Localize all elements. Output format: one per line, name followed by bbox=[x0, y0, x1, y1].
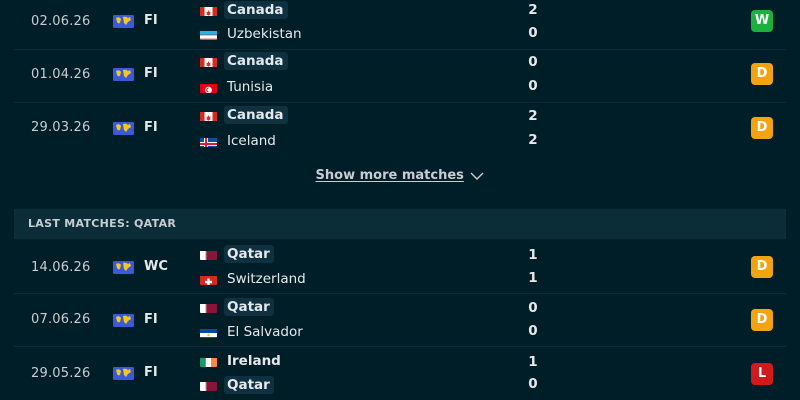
team-name: Tunisia bbox=[227, 79, 274, 95]
team-name: El Salvador bbox=[227, 324, 303, 340]
result-badge: W bbox=[751, 10, 773, 32]
away-team: Iceland bbox=[200, 132, 280, 150]
away-score: 2 bbox=[528, 132, 538, 148]
section-header: LAST MATCHES: QATAR bbox=[14, 209, 786, 239]
away-score: 0 bbox=[528, 376, 538, 392]
world-map-icon bbox=[113, 122, 134, 135]
competition-label: FI bbox=[144, 66, 158, 81]
match-row[interactable]: 07.06.26 FI Qatar El Salvador 0 0 D bbox=[0, 294, 800, 347]
away-team: Tunisia bbox=[200, 78, 277, 96]
canada-flag-icon bbox=[200, 55, 217, 67]
match-row[interactable]: 14.06.26 WC Qatar Switzerland 1 1 D bbox=[0, 241, 800, 294]
home-team: Canada bbox=[200, 1, 288, 19]
away-score: 0 bbox=[528, 78, 538, 94]
team-name: Qatar bbox=[224, 298, 274, 316]
match-row[interactable]: 01.04.26 FI Canada Tunisia 0 0 D bbox=[0, 50, 800, 103]
result-badge: D bbox=[751, 256, 773, 278]
switzerland-flag-icon bbox=[200, 273, 217, 285]
uzbekistan-flag-icon bbox=[200, 28, 217, 40]
iceland-flag-icon bbox=[200, 135, 217, 147]
world-map-icon bbox=[113, 261, 134, 274]
home-team: Canada bbox=[200, 52, 288, 70]
world-map-icon bbox=[113, 367, 134, 380]
canada-flag-icon bbox=[200, 4, 217, 16]
competition-label: FI bbox=[144, 120, 158, 135]
world-map-icon bbox=[113, 15, 134, 28]
competition-label: FI bbox=[144, 365, 158, 380]
team-name: Ireland bbox=[227, 353, 281, 369]
home-score: 2 bbox=[528, 108, 538, 124]
match-date: 29.05.26 bbox=[31, 366, 91, 381]
el-salvador-flag-icon bbox=[200, 326, 217, 338]
team-name: Canada bbox=[224, 52, 288, 70]
away-team: Switzerland bbox=[200, 270, 310, 288]
show-more-link[interactable]: Show more matches bbox=[0, 168, 800, 188]
away-team: Uzbekistan bbox=[200, 25, 306, 43]
competition-label: FI bbox=[144, 13, 158, 28]
canada-flag-icon bbox=[200, 109, 217, 121]
match-date: 01.04.26 bbox=[31, 67, 91, 82]
qatar-flag-icon bbox=[200, 379, 217, 391]
home-team: Ireland bbox=[200, 352, 285, 370]
team-name: Qatar bbox=[224, 376, 274, 394]
chevron-down-icon bbox=[470, 172, 484, 180]
tunisia-flag-icon bbox=[200, 81, 217, 93]
section-title: LAST MATCHES: QATAR bbox=[28, 217, 177, 230]
home-score: 0 bbox=[528, 54, 538, 70]
competition-label: FI bbox=[144, 312, 158, 327]
match-date: 29.03.26 bbox=[31, 120, 91, 135]
show-more-label: Show more matches bbox=[315, 168, 464, 183]
away-score: 1 bbox=[528, 270, 538, 286]
qatar-flag-icon bbox=[200, 248, 217, 260]
match-row[interactable]: 29.05.26 FI Ireland Qatar 1 0 L bbox=[0, 347, 800, 400]
match-row[interactable]: 29.03.26 FI Canada Iceland 2 2 D bbox=[0, 103, 800, 155]
home-team: Qatar bbox=[200, 298, 274, 316]
result-badge: D bbox=[751, 117, 773, 139]
team-name: Canada bbox=[224, 106, 288, 124]
away-team: Qatar bbox=[200, 376, 274, 394]
world-map-icon bbox=[113, 314, 134, 327]
team-name: Qatar bbox=[224, 245, 274, 263]
team-name: Iceland bbox=[227, 133, 276, 149]
match-date: 14.06.26 bbox=[31, 260, 91, 275]
match-date: 02.06.26 bbox=[31, 14, 91, 29]
result-badge: D bbox=[751, 309, 773, 331]
world-map-icon bbox=[113, 68, 134, 81]
home-team: Canada bbox=[200, 106, 288, 124]
away-team: El Salvador bbox=[200, 323, 307, 341]
away-score: 0 bbox=[528, 323, 538, 339]
result-badge: L bbox=[751, 363, 773, 385]
home-score: 1 bbox=[528, 354, 538, 370]
competition-label: WC bbox=[144, 259, 168, 274]
away-score: 0 bbox=[528, 25, 538, 41]
home-score: 1 bbox=[528, 247, 538, 263]
home-team: Qatar bbox=[200, 245, 274, 263]
qatar-flag-icon bbox=[200, 301, 217, 313]
home-score: 0 bbox=[528, 300, 538, 316]
match-row[interactable]: 02.06.26 FI Canada Uzbekistan 2 0 W bbox=[0, 0, 800, 50]
team-name: Canada bbox=[224, 1, 288, 19]
result-badge: D bbox=[751, 63, 773, 85]
home-score: 2 bbox=[528, 2, 538, 18]
team-name: Uzbekistan bbox=[227, 26, 302, 42]
ireland-flag-icon bbox=[200, 355, 217, 367]
match-date: 07.06.26 bbox=[31, 312, 91, 327]
team-name: Switzerland bbox=[227, 271, 306, 287]
